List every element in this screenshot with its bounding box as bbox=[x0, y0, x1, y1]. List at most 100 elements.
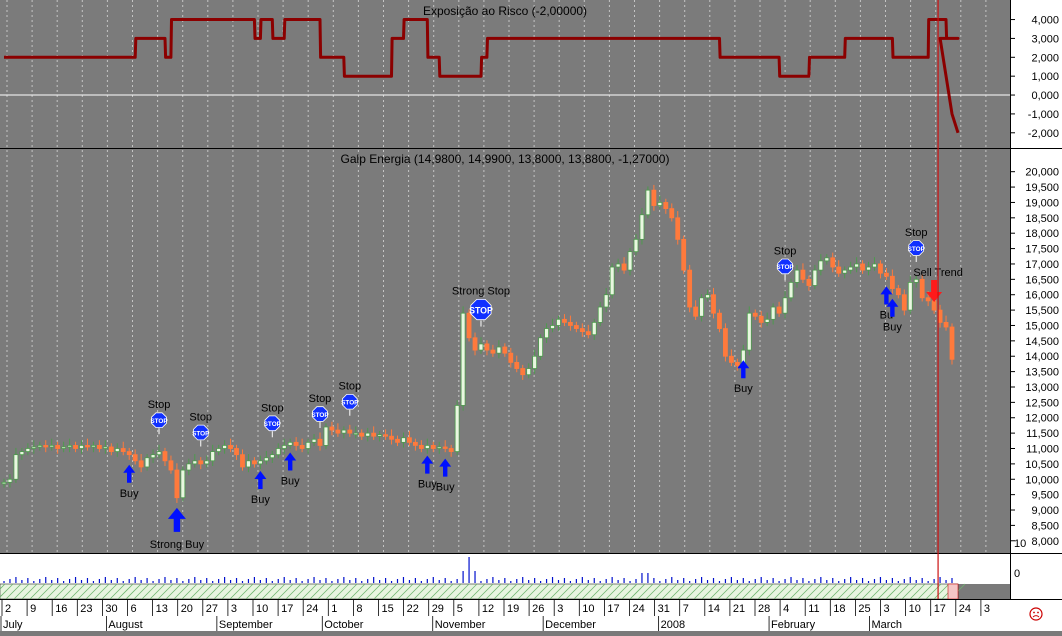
candle-body bbox=[430, 445, 436, 449]
price-y-tick-label: 19,500 bbox=[1025, 182, 1059, 194]
candle-body bbox=[335, 429, 341, 434]
candle-body bbox=[854, 263, 860, 268]
candle-body bbox=[126, 451, 132, 456]
candle-body bbox=[150, 454, 156, 459]
candle-body bbox=[299, 445, 305, 449]
price-title: Galp Energia (14,9800, 14,9900, 13,8000,… bbox=[341, 152, 670, 166]
price-y-tick-label: 16,000 bbox=[1025, 290, 1059, 302]
candle-body bbox=[412, 441, 418, 446]
chart-window[interactable]: Buy Strong Buy Buy Buy Buy Buy Buy Bu Buy Stop STO… bbox=[0, 0, 1062, 631]
exposure-y-tick-label: 3,000 bbox=[1031, 33, 1059, 45]
chart-canvas[interactable]: BuyStrong BuyBuyBuy BuyBuyBuyBuBuyStopSTO… bbox=[0, 0, 1062, 631]
candle-body bbox=[830, 257, 836, 268]
candle-body bbox=[550, 325, 555, 329]
x-day-label: 10 bbox=[256, 603, 268, 615]
price-y-tick-label: 11,000 bbox=[1026, 444, 1059, 456]
x-month-label: March bbox=[871, 619, 902, 631]
candle-body bbox=[228, 445, 233, 449]
price-y-tick-label: 15,500 bbox=[1025, 305, 1059, 317]
x-month-label: December bbox=[545, 619, 596, 631]
stop-sign-glyph: STOP bbox=[469, 305, 493, 315]
candle-body bbox=[764, 318, 770, 323]
candle-body bbox=[597, 306, 603, 323]
candle-body bbox=[287, 441, 293, 446]
candle-body bbox=[675, 217, 681, 240]
x-month-label: September bbox=[219, 619, 273, 631]
candle-body bbox=[782, 297, 788, 314]
candle-body bbox=[824, 257, 830, 262]
candle-body bbox=[812, 269, 818, 286]
candle-body bbox=[639, 214, 645, 240]
x-day-label: 30 bbox=[105, 603, 117, 615]
x-day-label: 16 bbox=[55, 603, 67, 615]
candle-body bbox=[234, 448, 239, 456]
candle-body bbox=[514, 361, 520, 369]
candle-body bbox=[943, 321, 949, 328]
candle-body bbox=[884, 272, 889, 277]
candle-body bbox=[687, 269, 693, 308]
candle-body bbox=[275, 448, 281, 456]
price-y-tick-label: 9,500 bbox=[1031, 490, 1059, 502]
candle-body bbox=[460, 312, 466, 406]
candle bbox=[746, 306, 752, 356]
candle bbox=[687, 264, 693, 313]
x-day-label: 2 bbox=[5, 603, 11, 615]
candle-body bbox=[633, 238, 639, 253]
candle-body bbox=[770, 306, 776, 320]
exposure-y-tick-label: 1,000 bbox=[1031, 71, 1059, 83]
price-y-tick-label: 12,000 bbox=[1025, 413, 1059, 425]
exposure-y-tick-label: 2,000 bbox=[1031, 52, 1059, 64]
exposure-y-tick-label: 0,000 bbox=[1031, 90, 1059, 102]
price-y-tick-label: 16,500 bbox=[1025, 274, 1059, 286]
candle-body bbox=[585, 331, 591, 336]
x-day-label: 20 bbox=[181, 603, 193, 615]
x-day-label: 10 bbox=[582, 603, 594, 615]
candle-body bbox=[395, 438, 400, 443]
candle bbox=[460, 306, 466, 411]
candle-body bbox=[949, 326, 955, 360]
candle-body bbox=[889, 275, 895, 289]
price-y-tick-label: 10,000 bbox=[1025, 474, 1059, 486]
price-y-tick-label: 11,500 bbox=[1026, 428, 1059, 440]
candle-body bbox=[19, 451, 25, 456]
x-day-label: 22 bbox=[407, 603, 419, 615]
candle-body bbox=[424, 445, 430, 449]
candle-body bbox=[7, 478, 13, 483]
candle-body bbox=[448, 448, 454, 452]
candle-body bbox=[263, 457, 269, 462]
candle-body bbox=[651, 189, 657, 206]
exposure-title: Exposição ao Risco (-2,00000) bbox=[423, 4, 587, 18]
candle-body bbox=[705, 294, 710, 299]
candle-body bbox=[699, 297, 704, 317]
candle-body bbox=[365, 432, 371, 437]
x-month-label: August bbox=[108, 619, 142, 631]
candle-body bbox=[556, 318, 561, 326]
signal-label: Buy bbox=[734, 383, 753, 395]
price-y-tick-label: 13,500 bbox=[1025, 367, 1059, 379]
signal-label: Strong Stop bbox=[452, 286, 510, 298]
candle-body bbox=[711, 294, 716, 314]
price-y-tick-label: 17,000 bbox=[1025, 259, 1059, 271]
stop-sign-glyph: STOP bbox=[311, 412, 329, 419]
candle-body bbox=[806, 278, 812, 286]
candle-body bbox=[257, 460, 263, 465]
candle-body bbox=[800, 269, 806, 280]
candle-body bbox=[818, 260, 824, 271]
x-day-label: 21 bbox=[733, 603, 745, 615]
candle-body bbox=[216, 448, 222, 452]
candle-body bbox=[925, 297, 931, 302]
candle bbox=[788, 278, 794, 302]
x-day-label: 28 bbox=[758, 603, 770, 615]
candle-body bbox=[615, 263, 621, 268]
candle-body bbox=[418, 445, 424, 449]
exposure-panel[interactable] bbox=[0, 0, 1010, 148]
candle-body bbox=[919, 278, 925, 299]
candle-body bbox=[198, 460, 204, 465]
candle-body bbox=[85, 445, 90, 448]
candle-body bbox=[842, 269, 848, 274]
signal-label: Stop bbox=[338, 381, 361, 393]
signal-label: Buy bbox=[120, 488, 139, 500]
candle-body bbox=[67, 445, 72, 448]
candle bbox=[949, 323, 955, 365]
x-day-label: 25 bbox=[858, 603, 870, 615]
